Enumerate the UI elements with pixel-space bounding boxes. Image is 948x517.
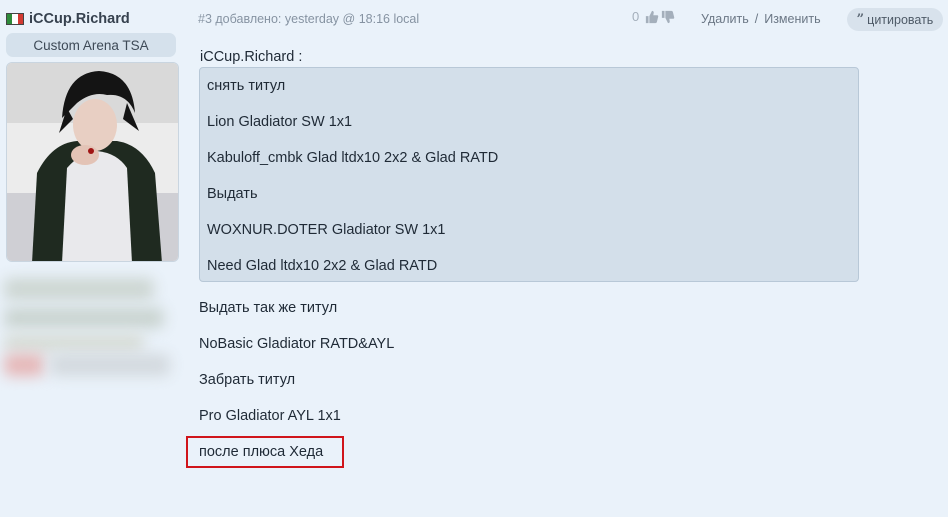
- post-body-line: Забрать титул: [199, 372, 296, 388]
- post-body-line: Выдать так же титул: [199, 300, 338, 316]
- quote-block: снять титул Lion Gladiator SW 1x1 Kabulo…: [199, 67, 859, 282]
- user-panel: iCCup.Richard Custom Arena TSA: [4, 8, 180, 398]
- vote-count: 0: [632, 9, 640, 24]
- post-votes: 0: [632, 9, 675, 24]
- blurred-user-stats: [0, 268, 190, 398]
- action-separator: /: [754, 12, 759, 26]
- delete-link[interactable]: Удалить: [701, 12, 749, 26]
- quote-line: Need Glad ltdx10 2x2 & Glad RATD: [207, 258, 438, 274]
- quote-button-label: цитировать: [867, 12, 934, 27]
- quote-line: Kabuloff_cmbk Glad ltdx10 2x2 & Glad RAT…: [207, 150, 499, 166]
- edit-link[interactable]: Изменить: [764, 12, 820, 26]
- quote-line: Выдать: [207, 186, 258, 202]
- quote-line: Lion Gladiator SW 1x1: [207, 114, 353, 130]
- thumbs-down-icon[interactable]: [661, 10, 675, 24]
- post-date: добавлено: yesterday @ 18:16 local: [215, 12, 420, 26]
- highlight-annotation-box: [186, 436, 344, 468]
- user-header: iCCup.Richard: [6, 8, 180, 30]
- thumbs-up-icon[interactable]: [645, 10, 659, 24]
- post-meta: #3 добавлено: yesterday @ 18:16 local: [198, 12, 419, 26]
- quote-button[interactable]: ” цитировать: [847, 8, 943, 31]
- quote-line: WOXNUR.DOTER Gladiator SW 1x1: [207, 222, 446, 238]
- quote-author: iCCup.Richard :: [200, 49, 303, 65]
- post-actions: Удалить / Изменить: [701, 12, 821, 26]
- quote-icon: ”: [856, 12, 865, 27]
- user-group-badge: Custom Arena TSA: [6, 33, 176, 57]
- country-flag-icon: [6, 13, 24, 25]
- post-number-link[interactable]: #3: [198, 12, 212, 26]
- post-body-line: NoBasic Gladiator RATD&AYL: [199, 336, 395, 352]
- quote-line: снять титул: [207, 78, 286, 94]
- avatar[interactable]: [6, 62, 179, 262]
- username-link[interactable]: iCCup.Richard: [29, 11, 130, 27]
